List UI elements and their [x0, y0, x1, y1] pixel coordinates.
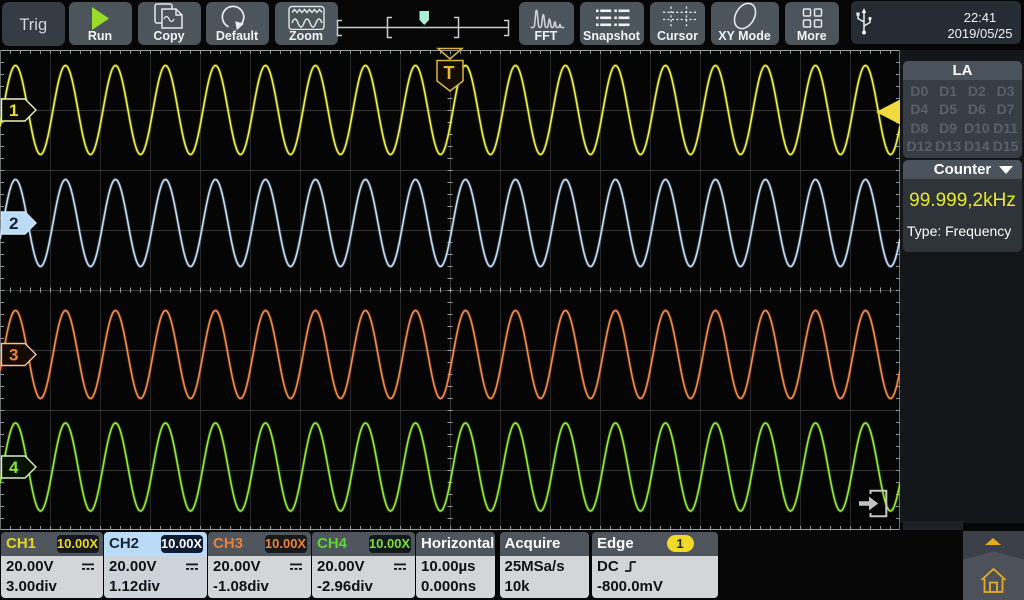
svg-text:T: T — [444, 63, 455, 83]
svg-text:3: 3 — [9, 346, 18, 365]
svg-text:1: 1 — [9, 101, 18, 120]
svg-text:4: 4 — [9, 458, 19, 477]
svg-text:2: 2 — [9, 214, 18, 233]
